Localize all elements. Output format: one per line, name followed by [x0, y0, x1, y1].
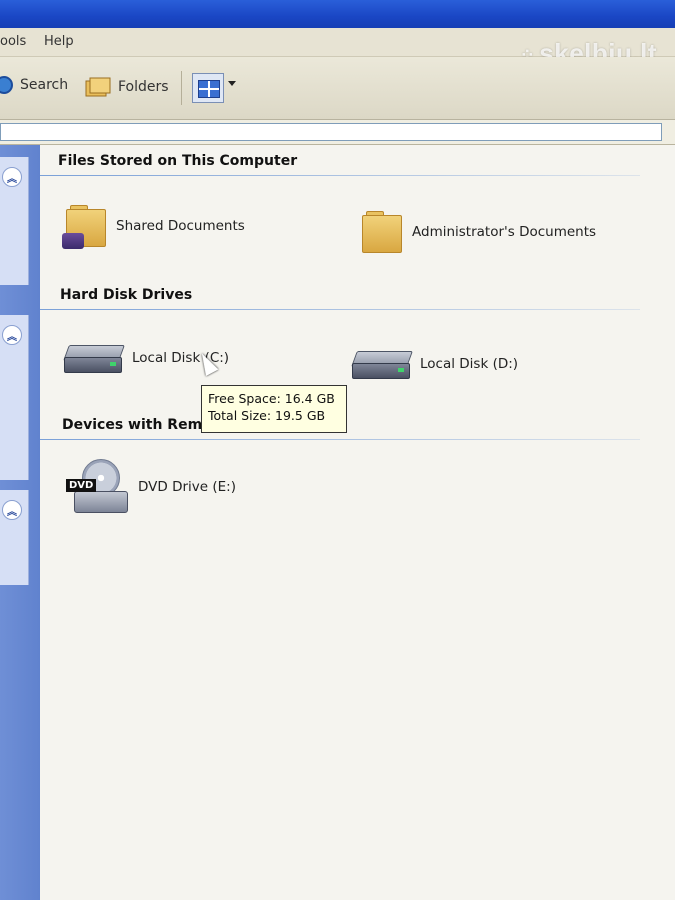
dvd-drive-icon: DVD	[66, 457, 130, 517]
search-icon	[0, 76, 13, 94]
item-administrators-documents[interactable]: Administrator's Documents	[358, 209, 596, 255]
folders-button[interactable]: Folders	[84, 75, 169, 99]
views-button[interactable]	[192, 73, 224, 103]
group-divider	[40, 439, 640, 440]
hard-disk-icon	[62, 341, 125, 375]
menu-tools[interactable]: ools	[0, 34, 26, 49]
title-bar	[0, 0, 675, 28]
search-button[interactable]: Search	[0, 75, 68, 95]
toolbar: Search Folders	[0, 57, 675, 120]
folder-icon	[358, 209, 404, 255]
collapse-icon[interactable]: ︽	[2, 325, 22, 345]
collapse-icon[interactable]: ︽	[2, 167, 22, 187]
item-label: DVD Drive (E:)	[138, 479, 236, 495]
item-dvd-drive-e[interactable]: DVD DVD Drive (E:)	[66, 457, 236, 517]
task-panel-1: ︽	[0, 157, 29, 285]
address-field[interactable]	[0, 123, 662, 141]
group-divider	[40, 309, 640, 310]
item-label: Local Disk (D:)	[420, 356, 519, 372]
views-dropdown-icon[interactable]	[228, 81, 236, 86]
views-icon	[198, 80, 220, 98]
collapse-icon[interactable]: ︽	[2, 500, 22, 520]
item-label: Administrator's Documents	[412, 224, 597, 240]
hard-disk-icon	[350, 347, 413, 381]
file-list: Files Stored on This Computer Shared Doc…	[40, 145, 675, 900]
folders-label: Folders	[118, 79, 169, 95]
group-header-hdd: Hard Disk Drives	[60, 287, 193, 303]
address-bar	[0, 120, 675, 145]
task-panel-2: ︽	[0, 315, 29, 480]
disk-tooltip: Free Space: 16.4 GB Total Size: 19.5 GB	[201, 385, 347, 433]
folders-icon	[85, 77, 111, 97]
tooltip-free-space: Free Space: 16.4 GB	[208, 391, 335, 406]
dvd-badge: DVD	[66, 479, 97, 492]
item-local-disk-d[interactable]: Local Disk (D:)	[350, 347, 518, 381]
toolbar-separator	[181, 71, 182, 105]
group-header-files: Files Stored on This Computer	[58, 153, 298, 169]
task-panel-3: ︽	[0, 490, 29, 585]
item-shared-documents[interactable]: Shared Documents	[62, 203, 245, 249]
menu-help[interactable]: Help	[44, 34, 74, 49]
search-label: Search	[20, 77, 69, 93]
group-divider	[40, 175, 640, 176]
tooltip-total-size: Total Size: 19.5 GB	[208, 408, 326, 423]
item-label: Shared Documents	[116, 218, 245, 234]
shared-folder-icon	[62, 203, 108, 249]
